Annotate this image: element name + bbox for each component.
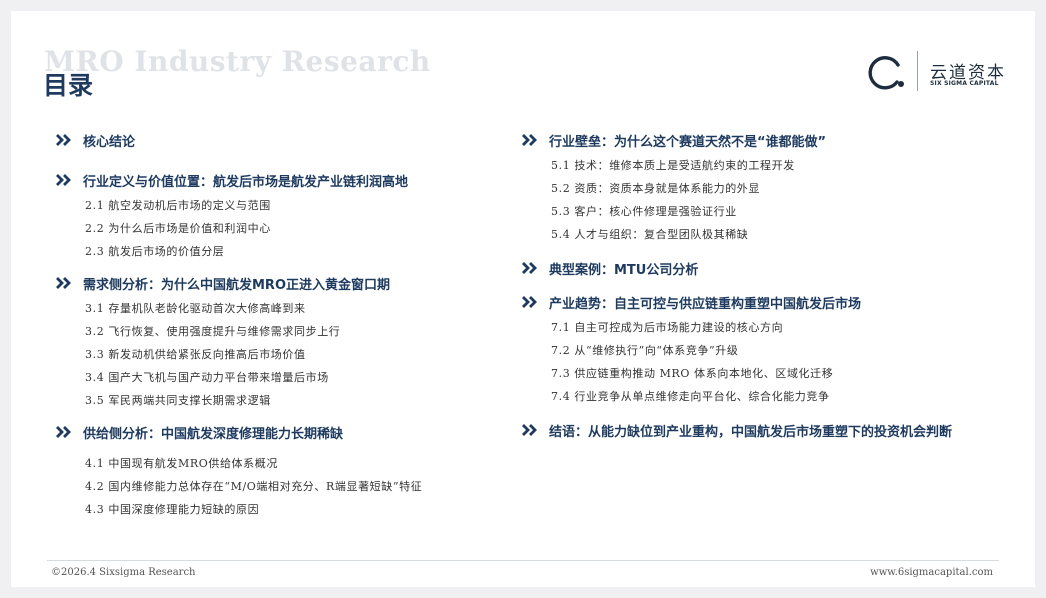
- toc-item[interactable]: 3.2 飞行恢复、使用强度提升与维修需求同步上行: [56, 320, 506, 343]
- toc-section-2[interactable]: 行业定义与价值位置：航发后市场是航发产业链利润高地: [56, 172, 506, 190]
- toc-item[interactable]: 2.3 航发后市场的价值分层: [56, 240, 506, 263]
- double-chevron-right-icon: [522, 296, 537, 308]
- toc-item[interactable]: 2.2 为什么后市场是价值和利润中心: [56, 217, 506, 240]
- toc-item[interactable]: 4.2 国内维修能力总体存在“M/O端相对充分、R端显著短缺”特征: [56, 475, 506, 498]
- double-chevron-right-icon: [522, 262, 537, 274]
- toc-item[interactable]: 3.3 新发动机供给紧张反向推高后市场价值: [56, 343, 506, 366]
- toc-item[interactable]: 3.4 国产大飞机与国产动力平台带来增量后市场: [56, 366, 506, 389]
- logo-english-name: SIX SIGMA CAPITAL: [930, 80, 999, 87]
- footer-website[interactable]: www.6sigmacapital.com: [870, 567, 993, 578]
- section-title: 结语：从能力缺位到产业重构，中国航发后市场重塑下的投资机会判断: [549, 424, 953, 440]
- logo-mark-icon: [868, 56, 904, 90]
- toc-item[interactable]: 4.1 中国现有航发MRO供给体系概况: [56, 452, 506, 475]
- section-title: 供给侧分析：中国航发深度修理能力长期稀缺: [83, 426, 344, 442]
- toc-item[interactable]: 7.2 从“维修执行”向“体系竞争”升级: [522, 339, 1022, 362]
- toc-subitems: 2.1 航空发动机后市场的定义与范围 2.2 为什么后市场是价值和利润中心 2.…: [56, 194, 506, 263]
- section-title: 产业趋势：自主可控与供应链重构重塑中国航发后市场: [549, 296, 862, 312]
- toc-item[interactable]: 5.3 客户：核心件修理是强验证行业: [522, 200, 1022, 223]
- toc-section-1[interactable]: 核心结论: [56, 132, 506, 150]
- toc-item[interactable]: 7.3 供应链重构推动 MRO 体系向本地化、区域化迁移: [522, 362, 1022, 385]
- footer-copyright: ©2026.4 Sixsigma Research: [51, 567, 196, 578]
- toc-item[interactable]: 5.1 技术：维修本质上是受适航约束的工程开发: [522, 154, 1022, 177]
- toc-item[interactable]: 3.1 存量机队老龄化驱动首次大修高峰到来: [56, 297, 506, 320]
- background-title: MRO Industry Research: [44, 45, 431, 78]
- toc-section-5[interactable]: 行业壁垒：为什么这个赛道天然不是“谁都能做”: [522, 132, 1022, 150]
- toc-item[interactable]: 7.1 自主可控成为后市场能力建设的核心方向: [522, 316, 1022, 339]
- double-chevron-right-icon: [522, 134, 537, 146]
- toc-section-6[interactable]: 典型案例：MTU公司分析: [522, 260, 1022, 278]
- double-chevron-right-icon: [56, 277, 71, 289]
- toc-section-7[interactable]: 产业趋势：自主可控与供应链重构重塑中国航发后市场: [522, 294, 1022, 312]
- toc-item[interactable]: 3.5 军民两端共同支撑长期需求逻辑: [56, 389, 506, 412]
- logo: 云道资本 SIX SIGMA CAPITAL: [864, 51, 1024, 97]
- logo-divider: [917, 51, 918, 91]
- slide: MRO Industry Research 目录 云道资本 SIX SIGMA …: [11, 11, 1035, 587]
- toc-left-column: 核心结论 行业定义与价值位置：航发后市场是航发产业链利润高地 2.1 航空发动机…: [56, 124, 506, 521]
- toc-subitems: 3.1 存量机队老龄化驱动首次大修高峰到来 3.2 飞行恢复、使用强度提升与维修…: [56, 297, 506, 412]
- toc-item[interactable]: 4.3 中国深度修理能力短缺的原因: [56, 498, 506, 521]
- double-chevron-right-icon: [56, 174, 71, 186]
- double-chevron-right-icon: [56, 134, 71, 146]
- section-title: 行业定义与价值位置：航发后市场是航发产业链利润高地: [83, 174, 409, 190]
- section-title: 典型案例：MTU公司分析: [549, 262, 699, 278]
- page-title: 目录: [43, 71, 94, 100]
- toc-subitems: 5.1 技术：维修本质上是受适航约束的工程开发 5.2 资质：资质本身就是体系能…: [522, 154, 1022, 246]
- toc-section-8[interactable]: 结语：从能力缺位到产业重构，中国航发后市场重塑下的投资机会判断: [522, 422, 1022, 440]
- toc-section-3[interactable]: 需求侧分析：为什么中国航发MRO正进入黄金窗口期: [56, 275, 506, 293]
- toc-item[interactable]: 7.4 行业竞争从单点维修走向平台化、综合化能力竞争: [522, 385, 1022, 408]
- toc-section-4[interactable]: 供给侧分析：中国航发深度修理能力长期稀缺: [56, 424, 506, 442]
- section-title: 核心结论: [83, 134, 136, 150]
- section-title: 需求侧分析：为什么中国航发MRO正进入黄金窗口期: [83, 277, 390, 293]
- double-chevron-right-icon: [522, 424, 537, 436]
- section-title: 行业壁垒：为什么这个赛道天然不是“谁都能做”: [549, 134, 827, 150]
- footer-divider: [47, 560, 999, 561]
- toc-item[interactable]: 5.2 资质：资质本身就是体系能力的外显: [522, 177, 1022, 200]
- toc-item[interactable]: 2.1 航空发动机后市场的定义与范围: [56, 194, 506, 217]
- toc-subitems: 4.1 中国现有航发MRO供给体系概况 4.2 国内维修能力总体存在“M/O端相…: [56, 452, 506, 521]
- double-chevron-right-icon: [56, 426, 71, 438]
- toc-right-column: 行业壁垒：为什么这个赛道天然不是“谁都能做” 5.1 技术：维修本质上是受适航约…: [522, 124, 1022, 440]
- toc-subitems: 7.1 自主可控成为后市场能力建设的核心方向 7.2 从“维修执行”向“体系竞争…: [522, 316, 1022, 408]
- toc-item[interactable]: 5.4 人才与组织：复合型团队极其稀缺: [522, 223, 1022, 246]
